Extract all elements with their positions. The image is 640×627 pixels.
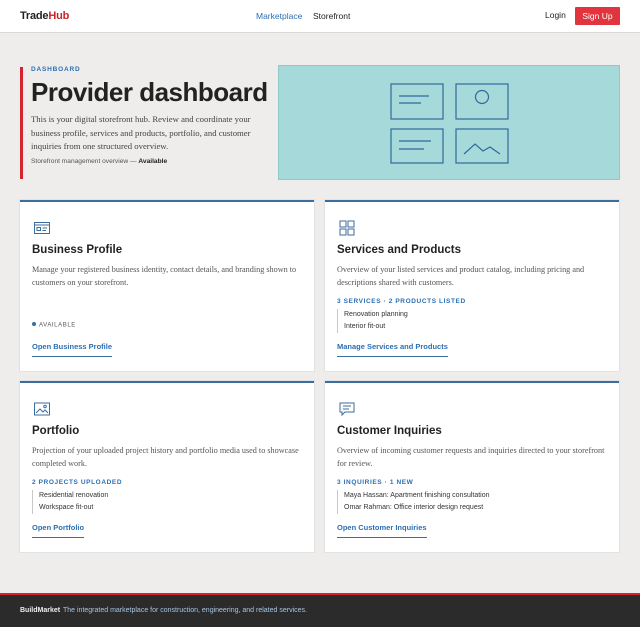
nav-marketplace[interactable]: Marketplace	[256, 11, 302, 21]
item-list: Maya Hassan: Apartment finishing consult…	[337, 490, 490, 514]
message-icon	[339, 402, 355, 417]
business-profile-card: Business Profile Manage your registered …	[20, 200, 314, 371]
image-icon	[34, 402, 50, 416]
footer-tagline: The integrated marketplace for construct…	[63, 607, 307, 614]
list-item: Workspace fit-out	[39, 504, 94, 511]
portfolio-card: Portfolio Projection of your uploaded pr…	[20, 381, 314, 552]
logo[interactable]: TradeHub	[20, 10, 69, 22]
item-list: Renovation planning Interior fit-out	[337, 309, 408, 333]
customer-inquiries-card: Customer Inquiries Overview of incoming …	[325, 381, 619, 552]
list-item: Residential renovation	[39, 492, 109, 499]
card-description: Projection of your uploaded project hist…	[32, 446, 299, 468]
login-link[interactable]: Login	[545, 10, 566, 20]
services-products-card: Services and Products Overview of your l…	[325, 200, 619, 371]
count-summary: 2 PROJECTS UPLOADED	[32, 479, 123, 486]
list-item: Interior fit-out	[344, 323, 386, 330]
dashboard-illustration	[278, 65, 620, 180]
id-card-icon	[34, 222, 50, 234]
hero-eyebrow: DASHBOARD	[31, 66, 81, 73]
open-portfolio-link[interactable]: Open Portfolio	[32, 523, 85, 538]
card-title: Portfolio	[32, 425, 80, 437]
hero-meta: Storefront management overview — Availab…	[31, 158, 167, 165]
hero-accent-bar	[20, 67, 23, 179]
card-description: Overview of your listed services and pro…	[337, 265, 585, 287]
footer: BuildMarket The integrated marketplace f…	[0, 593, 640, 627]
list-item: Omar Rahman: Office interior design requ…	[344, 504, 484, 511]
manage-services-products-link[interactable]: Manage Services and Products	[337, 342, 448, 357]
count-summary: 3 INQUIRIES · 1 NEW	[337, 479, 414, 486]
open-customer-inquiries-link[interactable]: Open Customer Inquiries	[337, 523, 427, 538]
card-title: Business Profile	[32, 244, 123, 256]
open-business-profile-link[interactable]: Open Business Profile	[32, 342, 113, 357]
status-badge: AVAILABLE	[32, 322, 76, 329]
list-item: Maya Hassan: Apartment finishing consult…	[344, 492, 490, 499]
card-title: Customer Inquiries	[337, 425, 442, 437]
grid-icon	[339, 220, 355, 236]
page-title: Provider dashboard	[31, 77, 268, 107]
card-title: Services and Products	[337, 244, 461, 256]
top-navigation-bar: TradeHub Marketplace Storefront Login Si…	[0, 0, 640, 33]
layout-wireframe-icon	[390, 83, 509, 164]
card-description: Manage your registered business identity…	[32, 265, 297, 287]
status-label: AVAILABLE	[39, 322, 76, 329]
signup-button[interactable]: Sign Up	[575, 7, 620, 25]
list-item: Renovation planning	[344, 311, 408, 318]
footer-brand: BuildMarket	[20, 607, 61, 614]
card-description: Overview of incoming customer requests a…	[337, 446, 605, 468]
item-list: Residential renovation Workspace fit-out	[32, 490, 108, 514]
nav-storefront[interactable]: Storefront	[313, 11, 350, 21]
count-summary: 3 SERVICES · 2 PRODUCTS LISTED	[337, 298, 466, 305]
hero-meta-status: Available	[138, 158, 168, 165]
status-dot-icon	[32, 322, 36, 326]
hero-description: This is your digital storefront hub. Rev…	[31, 114, 251, 151]
hero-meta-label: Storefront management overview —	[31, 158, 137, 165]
